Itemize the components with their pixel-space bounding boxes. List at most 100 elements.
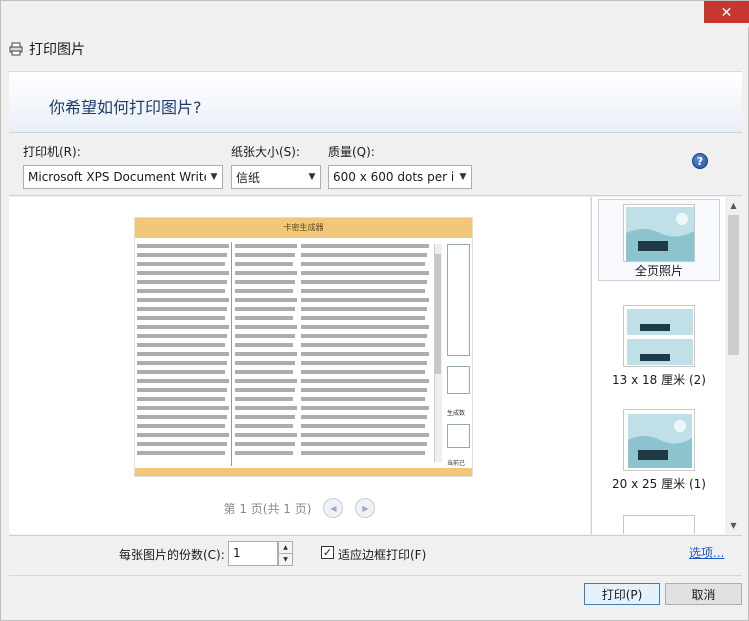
preview-code-snippet xyxy=(301,388,427,392)
preview-code-snippet xyxy=(137,451,225,455)
scroll-up-icon[interactable]: ▲ xyxy=(725,197,742,214)
page-indicator: 第 1 页(共 1 页) xyxy=(223,501,312,516)
window-title: 打印图片 xyxy=(9,39,85,59)
layout-item-13x18[interactable]: 13 x 18 厘米 (2) xyxy=(598,301,720,387)
printer-icon xyxy=(9,42,23,56)
preview-code-row xyxy=(135,404,435,413)
preview-code-row xyxy=(135,323,435,332)
print-button[interactable]: 打印(P) xyxy=(584,583,660,605)
preview-code-snippet xyxy=(301,442,427,446)
preview-code-snippet xyxy=(235,388,295,392)
20x25-thumbnail xyxy=(623,409,695,471)
layout-item-partial[interactable] xyxy=(598,511,720,534)
preview-code-snippet xyxy=(301,370,425,374)
spinner-down-icon[interactable]: ▼ xyxy=(279,554,292,566)
preview-column-divider xyxy=(231,242,232,466)
preview-code-snippet xyxy=(137,325,229,329)
cancel-button[interactable]: 取消 xyxy=(665,583,742,605)
preview-side-box xyxy=(447,244,470,356)
preview-code-snippet xyxy=(301,379,429,383)
preview-code-snippet xyxy=(235,424,293,428)
preview-side-box-3 xyxy=(447,424,470,448)
help-icon[interactable]: ? xyxy=(692,153,708,169)
preview-code-row xyxy=(135,332,435,341)
preview-code-row xyxy=(135,350,435,359)
spinner-up-icon[interactable]: ▲ xyxy=(279,542,292,554)
preview-code-snippet xyxy=(235,406,297,410)
preview-code-snippet xyxy=(137,262,225,266)
preview-code-row xyxy=(135,260,435,269)
preview-code-snippet xyxy=(301,343,425,347)
preview-code-snippet xyxy=(301,361,427,365)
preview-code-row xyxy=(135,341,435,350)
preview-app-title: 卡密生成器 xyxy=(135,218,472,238)
preview-code-snippet xyxy=(137,253,227,257)
preview-code-snippet xyxy=(301,415,427,419)
preview-code-snippet xyxy=(137,406,229,410)
printer-select[interactable]: Microsoft XPS Document Writer ▼ xyxy=(23,165,223,189)
close-button[interactable]: ✕ xyxy=(704,1,749,23)
preview-code-snippet xyxy=(235,298,297,302)
preview-code-snippet xyxy=(301,280,427,284)
printer-label: 打印机(R): xyxy=(23,145,81,159)
preview-code-snippet xyxy=(235,361,295,365)
preview-code-snippet xyxy=(137,379,229,383)
preview-code-snippet xyxy=(301,244,429,248)
preview-code-snippet xyxy=(301,451,425,455)
preview-code-snippet xyxy=(301,262,425,266)
preview-code-snippet xyxy=(301,424,425,428)
preview-code-snippet xyxy=(137,244,229,248)
preview-code-snippet xyxy=(235,334,295,338)
preview-code-row xyxy=(135,413,435,422)
preview-code-row xyxy=(135,359,435,368)
preview-code-row xyxy=(135,440,435,449)
window-title-text: 打印图片 xyxy=(29,42,85,58)
quality-select[interactable]: 600 x 600 dots per inch ▼ xyxy=(328,165,472,189)
paper-size-label: 纸张大小(S): xyxy=(231,145,301,159)
preview-code-snippet xyxy=(235,397,293,401)
preview-code-row xyxy=(135,269,435,278)
preview-code-snippet xyxy=(137,370,225,374)
preview-code-snippet xyxy=(301,406,429,410)
quality-label: 质量(Q): xyxy=(328,145,375,159)
partial-thumbnail xyxy=(623,515,695,534)
preview-code-row xyxy=(135,296,435,305)
paper-size-select[interactable]: 信纸 ▼ xyxy=(231,165,321,189)
next-page-button[interactable]: ▶ xyxy=(355,498,376,518)
paper-size-select-value: 信纸 xyxy=(236,170,261,185)
preview-code-row xyxy=(135,431,435,440)
print-pictures-window: ✕ 打印图片 你希望如何打印图片? 打印机(R): Microsoft XPS … xyxy=(0,0,749,621)
layout-scrollbar[interactable]: ▲ ▼ xyxy=(725,197,742,534)
scroll-down-icon[interactable]: ▼ xyxy=(725,517,742,534)
preview-code-snippet xyxy=(301,271,429,275)
preview-code-snippet xyxy=(137,343,225,347)
chevron-down-icon: ▼ xyxy=(210,172,218,182)
13x18-thumbnail xyxy=(623,305,695,367)
preview-code-row xyxy=(135,449,435,458)
layout-list: 全页照片 13 x 18 厘米 (2) 20 x 25 厘米 (1) ▲ ▼ xyxy=(591,197,742,534)
copies-spinner[interactable]: ▲ ▼ xyxy=(278,541,293,566)
preview-code-snippet xyxy=(137,307,227,311)
layout-item-full-page[interactable]: 全页照片 xyxy=(598,199,720,281)
layout-scroll-thumb[interactable] xyxy=(728,215,739,355)
preview-code-snippet xyxy=(235,316,293,320)
dialog-footer: 打印(P) 取消 xyxy=(9,575,742,614)
preview-code-snippet xyxy=(235,442,295,446)
preview-side-label-1: 生成数 xyxy=(447,410,466,417)
preview-code-snippet xyxy=(235,244,297,248)
fit-to-frame-checkbox[interactable]: ✓ xyxy=(321,546,334,559)
options-link[interactable]: 选项... xyxy=(689,544,724,561)
layout-item-20x25[interactable]: 20 x 25 厘米 (1) xyxy=(598,405,720,491)
copies-input[interactable]: 1 xyxy=(228,541,278,566)
preview-code-row xyxy=(135,278,435,287)
preview-code-snippet xyxy=(235,262,293,266)
preview-code-snippet xyxy=(301,307,427,311)
preview-code-row xyxy=(135,368,435,377)
copies-label: 每张图片的份数(C): xyxy=(119,548,225,562)
prev-page-button[interactable]: ◀ xyxy=(323,498,344,518)
layout-label-20x25: 20 x 25 厘米 (1) xyxy=(612,477,706,491)
preview-code-row xyxy=(135,305,435,314)
preview-code-snippet xyxy=(235,325,297,329)
preview-code-snippet xyxy=(137,271,229,275)
preview-code-snippet xyxy=(235,415,295,419)
